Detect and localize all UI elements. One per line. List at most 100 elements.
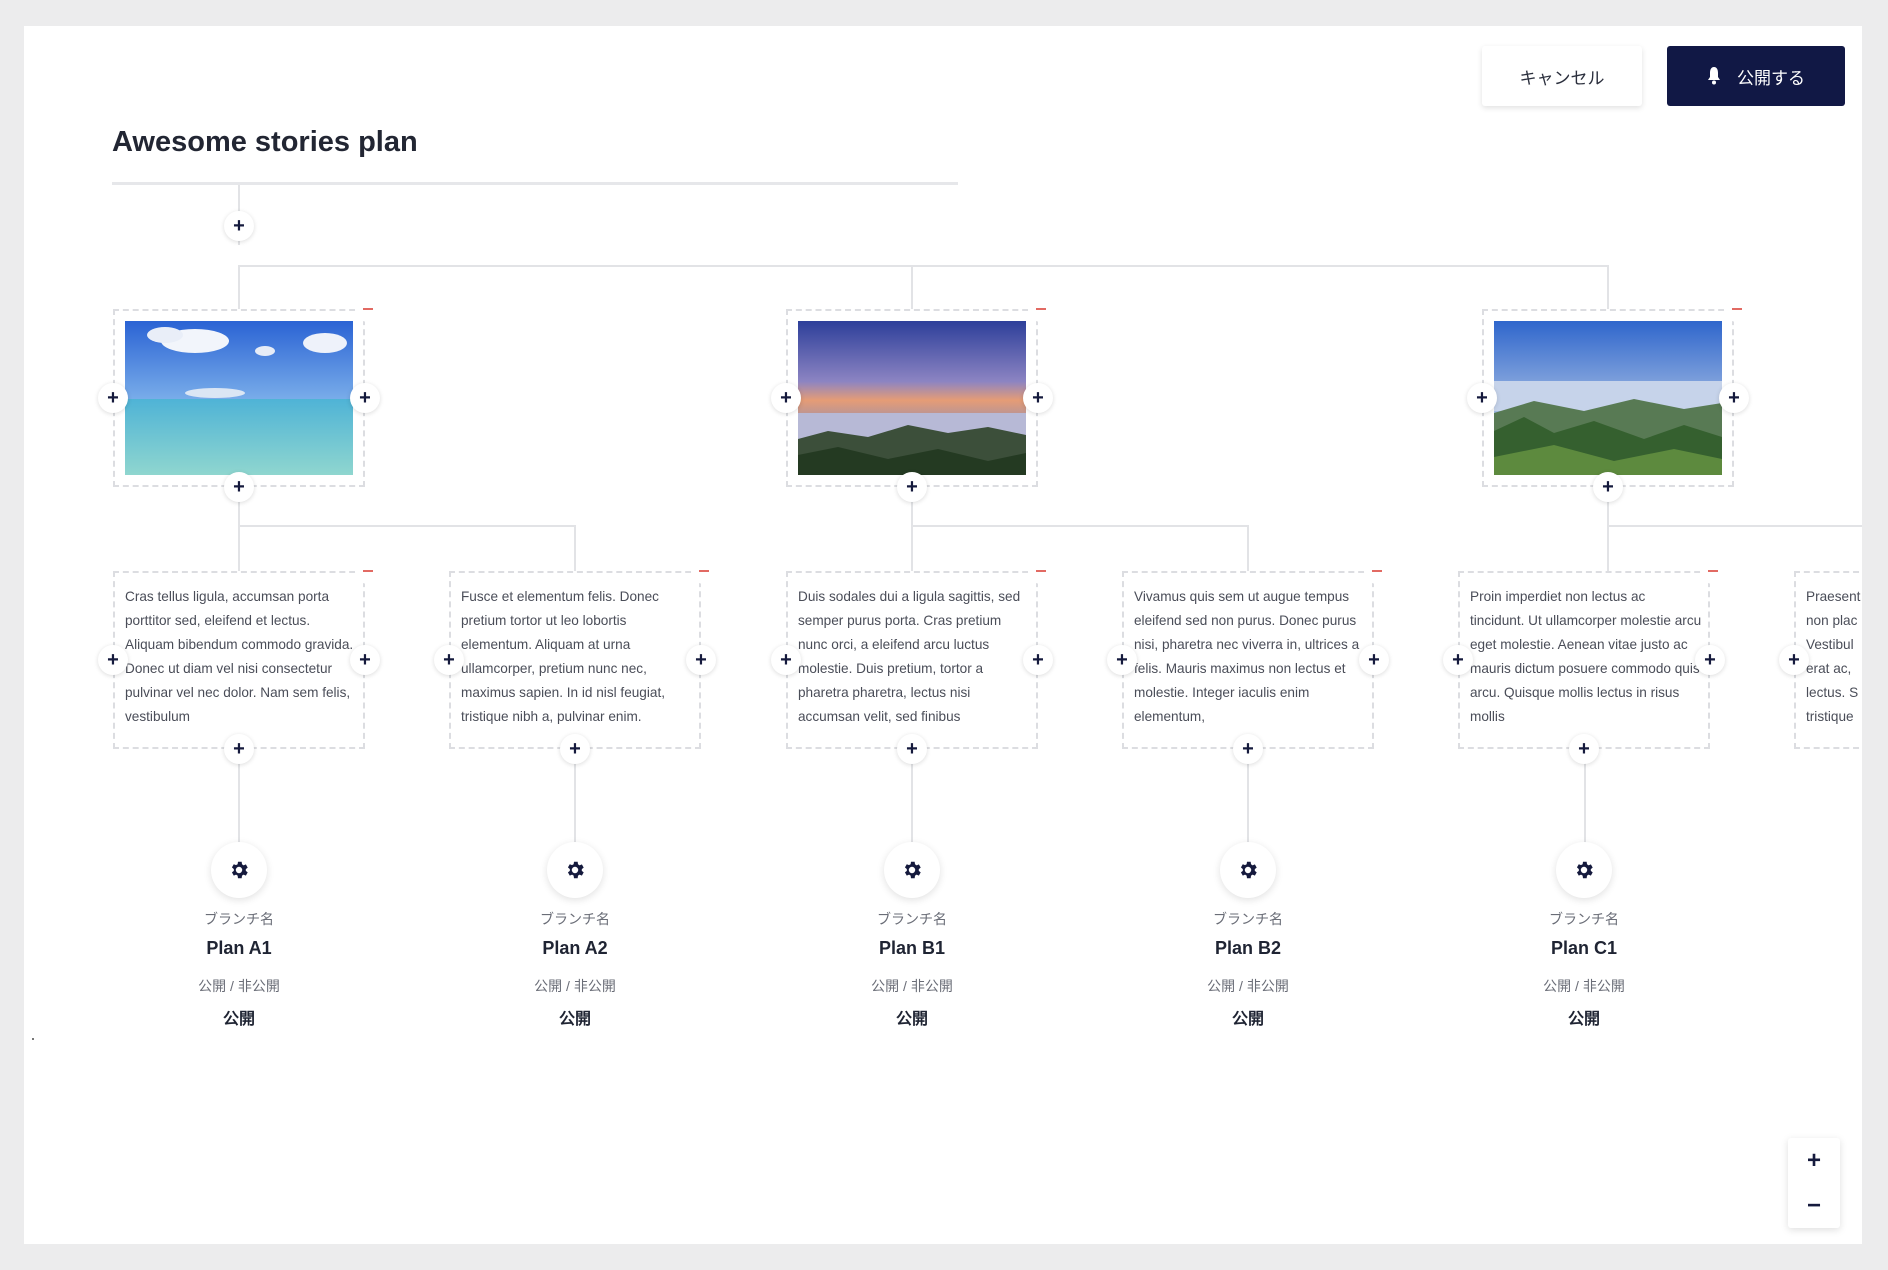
- add-node-left-button[interactable]: +: [1467, 383, 1497, 413]
- connector-line: [1247, 525, 1249, 571]
- connector-line: [1607, 265, 1609, 309]
- visibility-status: 公開: [1567, 1011, 1600, 1028]
- cancel-button[interactable]: キャンセル: [1482, 46, 1642, 106]
- text-card[interactable]: Cras tellus ligula, accumsan porta portt…: [113, 571, 365, 749]
- add-node-left-button[interactable]: +: [771, 383, 801, 413]
- sunset-mountain-photo: [798, 321, 1026, 475]
- branch-settings-button[interactable]: [1220, 842, 1276, 898]
- visibility-label: 公開 / 非公開: [871, 978, 953, 994]
- add-child-button[interactable]: +: [897, 734, 927, 764]
- bell-icon: [1708, 67, 1720, 85]
- text-card-body: Duis sodales dui a ligula sagittis, sed …: [798, 589, 1021, 724]
- remove-node-button[interactable]: [355, 296, 381, 322]
- zoom-controls: + −: [1788, 1138, 1840, 1228]
- text-card[interactable]: Duis sodales dui a ligula sagittis, sed …: [786, 571, 1038, 749]
- publish-button[interactable]: 公開する: [1667, 46, 1845, 106]
- branch-info: ブランチ名 Plan A2 公開 / 非公開 公開: [475, 909, 675, 1029]
- branch-name-label: ブランチ名: [540, 911, 610, 927]
- add-child-button[interactable]: +: [897, 472, 927, 502]
- remove-node-button[interactable]: [1364, 558, 1390, 584]
- branch-name: Plan B2: [1214, 938, 1282, 958]
- connector-line: [238, 525, 576, 527]
- image-card[interactable]: [113, 309, 365, 487]
- text-card-body: Cras tellus ligula, accumsan porta portt…: [125, 589, 354, 724]
- image-card[interactable]: [786, 309, 1038, 487]
- branch-name-label: ブランチ名: [1213, 911, 1283, 927]
- branch-settings-button[interactable]: [1556, 842, 1612, 898]
- visibility-status: 公開: [895, 1011, 928, 1028]
- connector-line: [1607, 525, 1862, 527]
- branch-name: Plan A1: [206, 938, 272, 958]
- branch-settings-button[interactable]: [547, 842, 603, 898]
- add-node-left-button[interactable]: +: [1107, 645, 1137, 675]
- branch-name: Plan B1: [878, 938, 946, 958]
- add-node-left-button[interactable]: +: [434, 645, 464, 675]
- visibility-label: 公開 / 非公開: [198, 978, 280, 994]
- connector-line: [238, 265, 1608, 267]
- text-card-body: Proin imperdiet non lectus ac tincidunt.…: [1470, 589, 1702, 724]
- add-child-button[interactable]: +: [1233, 734, 1263, 764]
- add-child-button[interactable]: +: [224, 734, 254, 764]
- branch-name: Plan A2: [542, 938, 608, 958]
- add-node-left-button[interactable]: +: [98, 383, 128, 413]
- add-node-left-button[interactable]: +: [98, 645, 128, 675]
- gear-icon: [904, 861, 921, 879]
- page-title: Awesome stories plan: [112, 126, 418, 158]
- visibility-status: 公開: [222, 1011, 255, 1028]
- remove-node-button[interactable]: [1724, 296, 1750, 322]
- gear-icon: [567, 861, 584, 879]
- text-card-body: Praesent non plac Vestibul erat ac, lect…: [1806, 589, 1861, 724]
- connector-line: [238, 265, 240, 309]
- zoom-out-button[interactable]: −: [1788, 1183, 1840, 1228]
- branch-info: ブランチ名 Plan B1 公開 / 非公開 公開: [812, 909, 1012, 1029]
- add-node-right-button[interactable]: +: [686, 645, 716, 675]
- text-card-body: Vivamus quis sem ut augue tempus eleifen…: [1134, 589, 1360, 724]
- text-card[interactable]: Fusce et elementum felis. Donec pretium …: [449, 571, 701, 749]
- publish-button-label: 公開する: [1737, 68, 1805, 88]
- branch-settings-button[interactable]: [211, 842, 267, 898]
- editor-canvas: キャンセル 公開する Awesome stories plan + + + + …: [24, 26, 1862, 1244]
- visibility-label: 公開 / 非公開: [534, 978, 616, 994]
- add-node-right-button[interactable]: +: [1719, 383, 1749, 413]
- add-child-button[interactable]: +: [560, 734, 590, 764]
- add-node-button[interactable]: +: [224, 211, 254, 241]
- remove-node-button[interactable]: [691, 558, 717, 584]
- zoom-in-button[interactable]: +: [1788, 1138, 1840, 1183]
- connector-line: [911, 525, 1249, 527]
- remove-node-button[interactable]: [1700, 558, 1726, 584]
- add-child-button[interactable]: +: [1569, 734, 1599, 764]
- image-card[interactable]: [1482, 309, 1734, 487]
- branch-info: ブランチ名 Plan B2 公開 / 非公開 公開: [1148, 909, 1348, 1029]
- forest-valley-photo: [1494, 321, 1722, 475]
- add-node-left-button[interactable]: +: [1443, 645, 1473, 675]
- branch-name: Plan C1: [1550, 938, 1618, 958]
- connector-line: [911, 265, 913, 309]
- branch-settings-button[interactable]: [884, 842, 940, 898]
- gear-icon: [1240, 861, 1257, 879]
- beach-photo: [125, 321, 353, 475]
- gear-icon: [1576, 861, 1593, 879]
- visibility-label: 公開 / 非公開: [1207, 978, 1289, 994]
- remove-node-button[interactable]: [1028, 296, 1054, 322]
- remove-node-button[interactable]: [1028, 558, 1054, 584]
- stray-dot: [32, 1038, 34, 1040]
- text-card[interactable]: Proin imperdiet non lectus ac tincidunt.…: [1458, 571, 1710, 749]
- add-node-left-button[interactable]: +: [771, 645, 801, 675]
- add-node-right-button[interactable]: +: [1695, 645, 1725, 675]
- branch-info: ブランチ名 Plan A1 公開 / 非公開 公開: [139, 909, 339, 1029]
- add-node-right-button[interactable]: +: [1359, 645, 1389, 675]
- add-node-right-button[interactable]: +: [350, 645, 380, 675]
- visibility-status: 公開: [1231, 1011, 1264, 1028]
- branch-name-label: ブランチ名: [1549, 911, 1619, 927]
- add-node-right-button[interactable]: +: [350, 383, 380, 413]
- add-node-right-button[interactable]: +: [1023, 645, 1053, 675]
- add-node-right-button[interactable]: +: [1023, 383, 1053, 413]
- remove-node-button[interactable]: [355, 558, 381, 584]
- add-node-left-button[interactable]: +: [1779, 645, 1809, 675]
- text-card-body: Fusce et elementum felis. Donec pretium …: [461, 589, 666, 724]
- text-card[interactable]: Vivamus quis sem ut augue tempus eleifen…: [1122, 571, 1374, 749]
- visibility-label: 公開 / 非公開: [1543, 978, 1625, 994]
- add-child-button[interactable]: +: [224, 472, 254, 502]
- add-child-button[interactable]: +: [1593, 472, 1623, 502]
- connector-line: [574, 525, 576, 571]
